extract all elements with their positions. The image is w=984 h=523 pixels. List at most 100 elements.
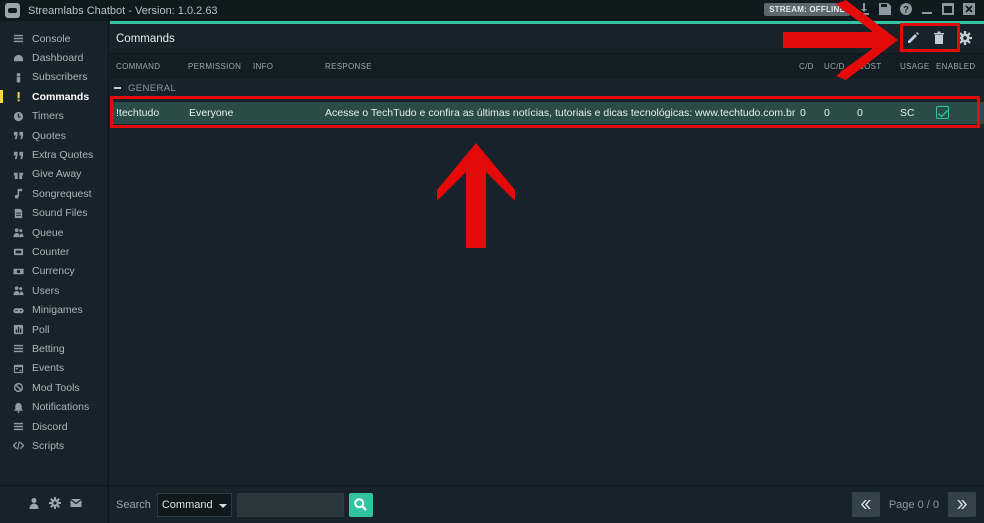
column-response[interactable]: RESPONSE	[325, 62, 372, 71]
users-icon	[12, 227, 24, 239]
quote-icon	[12, 149, 24, 161]
sidebar-item-label: Users	[32, 284, 60, 297]
list-icon	[12, 343, 24, 355]
sidebar-item-label: Commands	[32, 90, 90, 103]
minimize-icon[interactable]	[920, 2, 934, 16]
search-field-value: Command	[161, 498, 213, 511]
sidebar-item-dashboard[interactable]: Dashboard	[0, 48, 108, 67]
sidebar-item-mod-tools[interactable]: Mod Tools	[0, 378, 108, 397]
chevron-down-icon	[218, 503, 227, 508]
sidebar-item-label: Subscribers	[32, 71, 88, 84]
sidebar-item-events[interactable]: Events	[0, 359, 108, 378]
footer-bar: Search Command Page 0 / 0	[110, 485, 984, 523]
gear-icon	[958, 31, 972, 45]
add-command-button[interactable]	[878, 29, 896, 47]
gear-icon[interactable]	[48, 497, 61, 512]
main-panel: Commands COMMAND PERMISSION INFO RESPONS…	[110, 23, 984, 523]
column-usage[interactable]: USAGE	[900, 62, 930, 71]
list-icon	[12, 421, 24, 433]
sidebar-item-label: Extra Quotes	[32, 149, 94, 162]
column-cooldown[interactable]: C/D	[799, 62, 814, 71]
row-highlight	[110, 96, 980, 128]
sidebar-item-label: Poll	[32, 323, 50, 336]
column-permission[interactable]: PERMISSION	[188, 62, 241, 71]
save-icon[interactable]	[878, 2, 892, 16]
column-user-cooldown[interactable]: UC/D	[824, 62, 845, 71]
sidebar-item-console[interactable]: Console	[0, 29, 108, 48]
group-header[interactable]: GENERAL	[110, 78, 984, 98]
collapse-icon[interactable]	[114, 87, 121, 89]
sidebar-item-label: Events	[32, 362, 65, 375]
maximize-icon[interactable]	[941, 2, 955, 16]
group-label: GENERAL	[128, 82, 177, 94]
sidebar-item-timers[interactable]: Timers	[0, 107, 108, 126]
sidebar-item-label: Betting	[32, 342, 65, 355]
sidebar-item-songrequest[interactable]: Songrequest	[0, 184, 108, 203]
sidebar-item-users[interactable]: Users	[0, 281, 108, 300]
sidebar-item-extra-quotes[interactable]: Extra Quotes	[0, 145, 108, 164]
sidebar-item-label: Console	[32, 32, 71, 45]
sidebar-item-quotes[interactable]: Quotes	[0, 126, 108, 145]
sidebar-item-currency[interactable]: Currency	[0, 262, 108, 281]
column-cost[interactable]: COST	[858, 62, 881, 71]
gamepad-icon	[12, 304, 24, 316]
sidebar-item-label: Give Away	[32, 168, 82, 181]
column-info[interactable]: INFO	[253, 62, 273, 71]
help-icon[interactable]: ?	[899, 2, 913, 16]
search-input[interactable]	[236, 492, 344, 517]
sidebar-item-queue[interactable]: Queue	[0, 223, 108, 242]
bell-icon	[12, 401, 24, 413]
streamlabs-logo-icon	[5, 3, 20, 18]
list-icon	[12, 33, 24, 45]
code-icon	[12, 440, 24, 452]
sidebar-item-give-away[interactable]: Give Away	[0, 165, 108, 184]
calendar-icon	[12, 362, 24, 374]
sidebar-item-notifications[interactable]: Notifications	[0, 397, 108, 416]
clock-icon	[12, 110, 24, 122]
sidebar-item-label: Queue	[32, 226, 64, 239]
search-icon	[354, 498, 368, 511]
mail-icon[interactable]	[69, 497, 82, 512]
search-button[interactable]	[348, 492, 373, 517]
commands-header: Commands	[110, 23, 984, 53]
previous-page-button[interactable]	[851, 492, 880, 517]
edit-delete-highlight	[900, 23, 960, 52]
sidebar-item-sound-files[interactable]: Sound Files	[0, 204, 108, 223]
currency-icon	[12, 265, 24, 277]
sidebar-item-counter[interactable]: Counter	[0, 242, 108, 261]
sidebar-item-label: Quotes	[32, 129, 66, 142]
sidebar-item-minigames[interactable]: Minigames	[0, 300, 108, 319]
dashboard-icon	[12, 52, 24, 64]
search-field-select[interactable]: Command	[156, 492, 232, 517]
close-icon[interactable]	[962, 2, 976, 16]
sidebar-item-label: Songrequest	[32, 187, 92, 200]
sidebar-item-poll[interactable]: Poll	[0, 320, 108, 339]
users-icon	[12, 285, 24, 297]
sidebar-item-label: Currency	[32, 265, 75, 278]
table-header: COMMAND PERMISSION INFO RESPONSE C/D UC/…	[110, 53, 984, 78]
sidebar-item-discord[interactable]: Discord	[0, 417, 108, 436]
svg-text:?: ?	[903, 5, 909, 15]
sidebar: Console Dashboard Subscribers Commands T…	[0, 21, 109, 523]
sidebar-item-label: Discord	[32, 420, 68, 433]
exclamation-icon	[12, 91, 24, 103]
column-command[interactable]: COMMAND	[116, 62, 160, 71]
music-icon	[12, 188, 24, 200]
column-enabled[interactable]: ENABLED	[936, 62, 975, 71]
sidebar-item-betting[interactable]: Betting	[0, 339, 108, 358]
user-icon[interactable]	[28, 497, 40, 512]
poll-icon	[12, 324, 24, 336]
double-chevron-left-icon	[861, 500, 872, 509]
sidebar-nav: Console Dashboard Subscribers Commands T…	[0, 29, 108, 456]
next-page-button[interactable]	[948, 492, 976, 517]
page-title: Commands	[116, 32, 175, 45]
gift-icon	[12, 168, 24, 180]
sidebar-item-subscribers[interactable]: Subscribers	[0, 68, 108, 87]
sidebar-footer	[0, 485, 109, 523]
download-icon[interactable]	[857, 2, 871, 16]
page-indicator: Page 0 / 0	[888, 498, 939, 511]
sidebar-item-scripts[interactable]: Scripts	[0, 436, 108, 455]
sidebar-item-commands[interactable]: Commands	[0, 87, 108, 106]
file-icon	[12, 207, 24, 219]
search-label: Search	[116, 498, 151, 511]
